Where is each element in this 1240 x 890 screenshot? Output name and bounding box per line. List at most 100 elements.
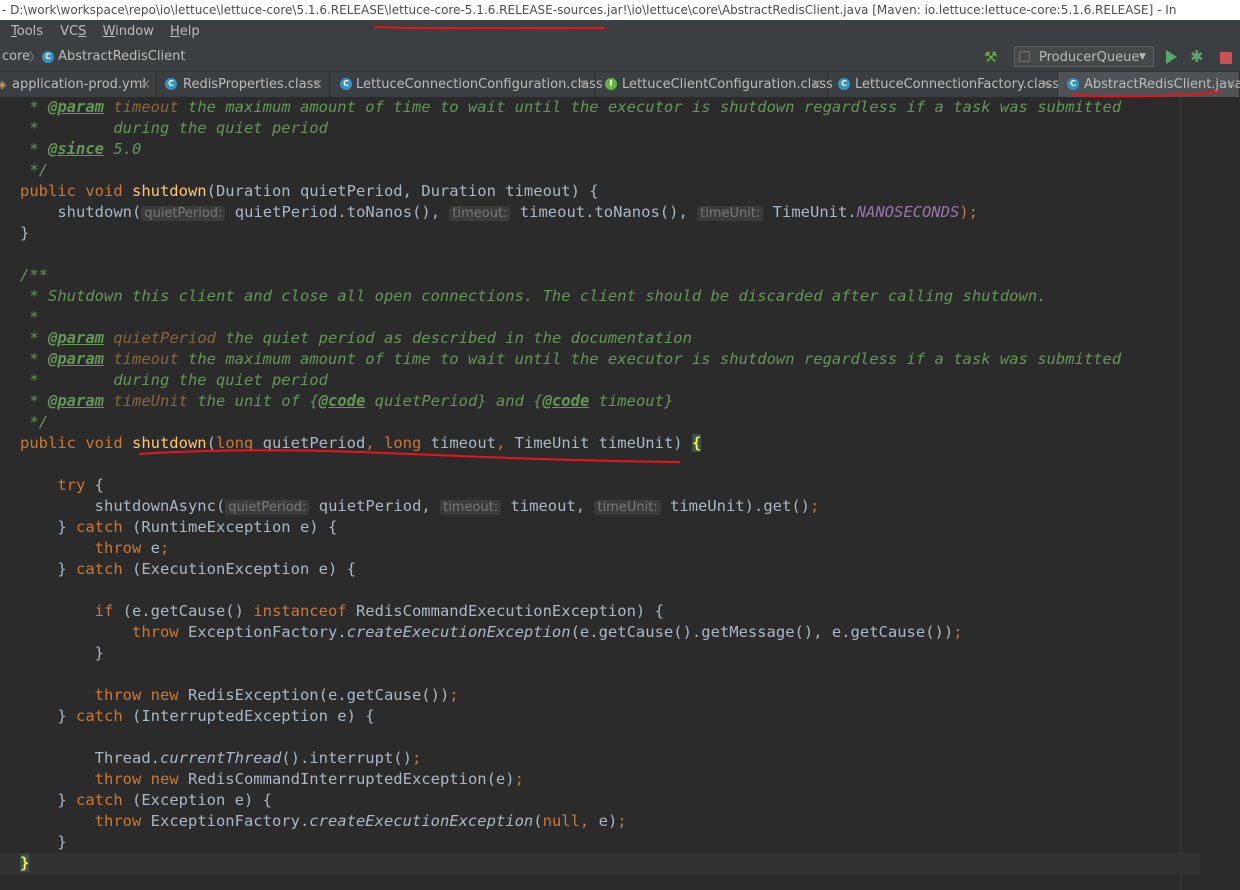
code-line[interactable]: if (e.getCause() instanceof RedisCommand… <box>0 601 664 622</box>
breadcrumb-separator: 〉 <box>29 50 42 64</box>
code-line[interactable]: Thread.currentThread().interrupt(); <box>0 748 422 769</box>
code-line[interactable]: throw ExceptionFactory.createExecutionEx… <box>0 622 963 643</box>
tab-lettuceconnectionfactory-class[interactable]: C LettuceConnectionFactory.class × <box>828 72 1059 97</box>
code-line[interactable] <box>0 664 20 685</box>
code-line[interactable]: shutdownAsync(quietPeriod: quietPeriod, … <box>0 496 819 517</box>
close-icon[interactable]: × <box>578 72 589 97</box>
code-line[interactable]: shutdown(quietPeriod: quietPeriod.toNano… <box>0 202 978 223</box>
code-line[interactable]: * @param timeout the maximum amount of t… <box>0 97 1121 118</box>
code-line[interactable]: throw e; <box>0 538 170 559</box>
code-token: shutdown <box>131 434 207 452</box>
breadcrumb-class[interactable]: C AbstractRedisClient <box>42 43 185 71</box>
code-token: (Duration quietPeriod, Duration timeout)… <box>206 182 599 200</box>
code-line[interactable]: } <box>0 223 29 244</box>
code-line[interactable]: } catch (ExecutionException e) { <box>0 559 356 580</box>
code-editor[interactable]: * @param timeout the maximum amount of t… <box>0 97 1240 890</box>
code-line[interactable]: try { <box>0 475 104 496</box>
code-line[interactable] <box>0 727 20 748</box>
tab-abstractredisclient-java[interactable]: C AbstractRedisClient.java × <box>1058 72 1240 97</box>
breadcrumb-project[interactable]: core <box>2 43 30 71</box>
code-line[interactable]: * @param timeout the maximum amount of t… <box>0 349 1121 370</box>
run-configuration-label: ProducerQueue <box>1039 50 1140 65</box>
build-hammer-icon[interactable]: ⚒ <box>984 49 1000 65</box>
code-line[interactable] <box>0 244 20 265</box>
code-token: catch <box>76 707 132 725</box>
code-token: timeout <box>113 350 179 368</box>
code-token: @code <box>542 392 590 410</box>
menu-vcs[interactable]: VCS <box>60 20 86 43</box>
debug-bug-icon[interactable]: ✱ <box>1190 48 1203 66</box>
window-title-bar: - D:\work\workspace\repo\io\lettuce\lett… <box>0 0 1240 20</box>
close-icon[interactable]: × <box>312 72 323 97</box>
code-line[interactable] <box>0 454 20 475</box>
window-title: - D:\work\workspace\repo\io\lettuce\lett… <box>2 3 1177 17</box>
code-token: RedisCommandExecutionException) { <box>355 602 664 620</box>
menu-bar: Tools VCS Window Help <box>0 20 1240 43</box>
tab-redisproperties-class[interactable]: C RedisProperties.class × <box>157 72 330 97</box>
class-icon: C <box>42 50 54 63</box>
code-token: shutdownAsync( <box>20 497 226 515</box>
code-line[interactable]: /** <box>0 265 48 286</box>
yaml-file-icon: ◈ <box>0 78 7 91</box>
code-token: */ <box>20 413 48 431</box>
code-token: (e.getCause().getMessage(), e.getCause()… <box>570 623 954 641</box>
code-token: timeUnit <box>113 392 188 410</box>
code-token: (ExecutionException e) { <box>132 560 356 578</box>
code-token: } <box>20 560 76 578</box>
code-line[interactable]: * Shutdown this client and close all ope… <box>0 286 1046 307</box>
class-icon: C <box>165 78 177 90</box>
code-line[interactable]: public void shutdown(long quietPeriod, l… <box>0 433 702 454</box>
code-token: createExecutionException <box>309 812 534 830</box>
code-token: currentThread <box>159 749 282 767</box>
menu-window[interactable]: Window <box>103 20 154 43</box>
code-line[interactable]: * @param quietPeriod the quiet period as… <box>0 328 692 349</box>
code-token: public void <box>20 434 132 452</box>
code-token: TimeUnit. <box>763 203 857 221</box>
tab-lettuceconnectionconfiguration-class[interactable]: C LettuceConnectionConfiguration.class × <box>330 72 603 97</box>
code-token: the quiet period as described in the doc… <box>216 329 692 347</box>
code-line[interactable]: throw ExceptionFactory.createExecutionEx… <box>0 811 627 832</box>
code-line[interactable]: } catch (InterruptedException e) { <box>0 706 374 727</box>
close-icon[interactable]: × <box>811 72 822 97</box>
code-line[interactable]: * <box>0 307 38 328</box>
code-line[interactable] <box>0 580 20 601</box>
code-token: ; <box>449 686 459 704</box>
code-token: , <box>365 434 384 452</box>
code-line[interactable]: */ <box>0 412 48 433</box>
code-line[interactable]: } <box>0 853 1200 874</box>
menu-help[interactable]: Help <box>170 20 200 43</box>
code-token: ; <box>514 770 524 788</box>
run-config-icon <box>1019 51 1030 62</box>
code-token: 5.0 <box>104 140 142 158</box>
run-configuration-select[interactable]: ProducerQueue ▼ <box>1014 46 1154 67</box>
tab-label: LettuceClientConfiguration.class <box>622 77 833 92</box>
code-token: , <box>495 434 515 452</box>
interface-icon: I <box>605 78 617 90</box>
code-token: public void <box>20 182 132 200</box>
code-line[interactable]: * @param timeUnit the unit of {@code qui… <box>0 391 673 412</box>
code-line[interactable]: * @since 5.0 <box>0 139 141 160</box>
tab-lettuceclientconfiguration-class[interactable]: I LettuceClientConfiguration.class × <box>595 72 833 97</box>
code-line[interactable]: * during the quiet period <box>0 118 328 139</box>
close-icon[interactable]: × <box>1226 72 1237 97</box>
code-line[interactable]: } <box>0 832 66 853</box>
code-line[interactable]: } catch (RuntimeException e) { <box>0 517 337 538</box>
code-line[interactable]: * during the quiet period <box>0 370 328 391</box>
tab-application-prod-yml[interactable]: ◈ application-prod.yml × <box>0 72 157 97</box>
code-line[interactable]: } catch (Exception e) { <box>0 790 272 811</box>
menu-tools[interactable]: Tools <box>11 20 43 43</box>
stop-icon[interactable] <box>1220 52 1232 64</box>
code-token: long <box>383 434 431 452</box>
code-token: } <box>20 707 76 725</box>
close-icon[interactable]: × <box>140 72 151 97</box>
code-token: ; <box>953 623 963 641</box>
run-icon[interactable] <box>1166 50 1177 64</box>
code-line[interactable]: throw new RedisException(e.getCause()); <box>0 685 459 706</box>
code-line[interactable]: } <box>0 643 104 664</box>
code-line[interactable]: public void shutdown(Duration quietPerio… <box>0 181 599 202</box>
code-line[interactable]: */ <box>0 160 48 181</box>
code-line[interactable]: throw new RedisCommandInterruptedExcepti… <box>0 769 524 790</box>
close-icon[interactable]: × <box>1041 72 1052 97</box>
code-token: ExceptionFactory. <box>187 623 347 641</box>
